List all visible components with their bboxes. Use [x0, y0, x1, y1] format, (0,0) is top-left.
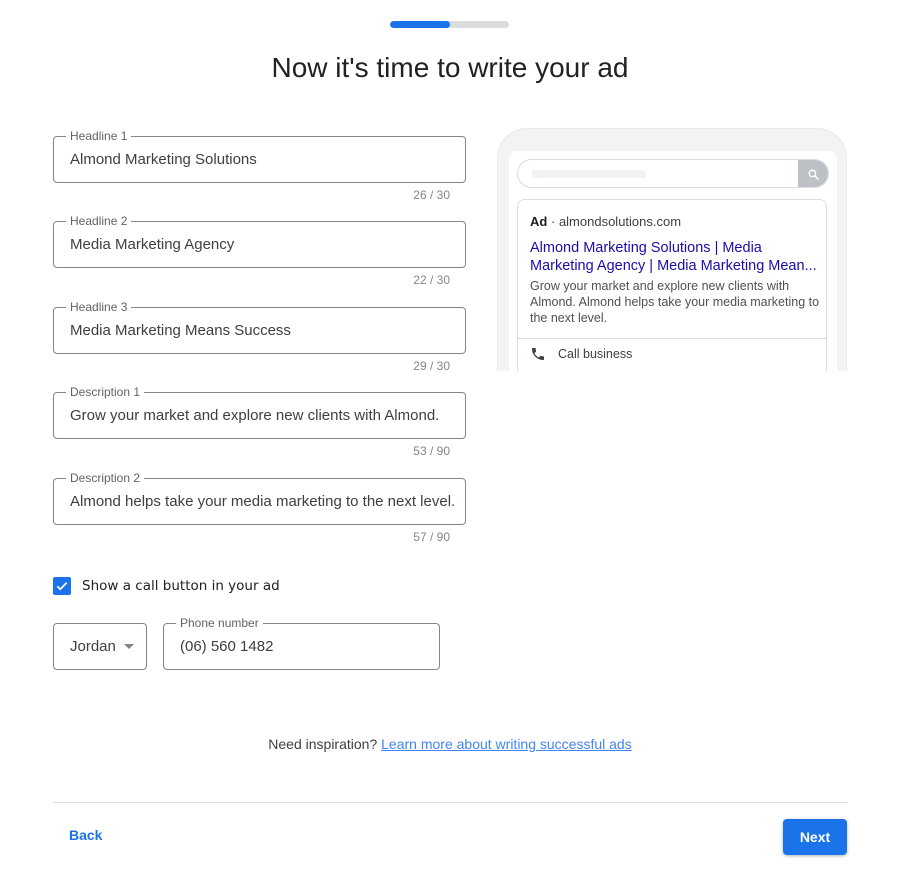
country-value: Jordan [70, 638, 116, 655]
ad-badge: Ad [530, 214, 548, 229]
progress-fill [390, 21, 450, 28]
headline-2-field[interactable]: Headline 2 Media Marketing Agency [53, 213, 466, 268]
headline-2-counter: 22 / 30 [413, 273, 450, 287]
ad-preview-screen: Ad · almondsolutions.com Almond Marketin… [509, 151, 837, 371]
headline-3-counter: 29 / 30 [413, 359, 450, 373]
headline-1-label: Headline 1 [66, 128, 132, 144]
phone-number-value[interactable]: (06) 560 1482 [180, 638, 273, 656]
search-placeholder [532, 170, 646, 178]
headline-2-label: Headline 2 [66, 213, 132, 229]
headline-3-label: Headline 3 [66, 299, 132, 315]
progress-bar [390, 21, 509, 28]
description-2-value[interactable]: Almond helps take your media marketing t… [70, 493, 455, 511]
back-button[interactable]: Back [69, 827, 102, 843]
page-title: Now it's time to write your ad [271, 52, 629, 83]
headline-3-field[interactable]: Headline 3 Media Marketing Means Success [53, 299, 466, 354]
ad-title: Almond Marketing Solutions | Media Marke… [530, 240, 817, 274]
description-2-field[interactable]: Description 2 Almond helps take your med… [53, 470, 466, 525]
phone-number-field[interactable]: Phone number (06) 560 1482 [163, 615, 440, 670]
call-button-checkbox[interactable] [53, 577, 71, 595]
call-business-label: Call business [558, 347, 633, 361]
description-1-field[interactable]: Description 1 Grow your market and explo… [53, 384, 466, 439]
description-1-value[interactable]: Grow your market and explore new clients… [70, 407, 439, 425]
inspiration-row: Need inspiration? Learn more about writi… [0, 736, 900, 752]
learn-more-link[interactable]: Learn more about writing successful ads [381, 736, 632, 752]
ad-call-row: Call business [530, 346, 632, 362]
call-button-toggle[interactable]: Show a call button in your ad [53, 577, 280, 595]
inspiration-text: Need inspiration? [268, 736, 378, 752]
ad-preview-phone: Ad · almondsolutions.com Almond Marketin… [497, 128, 847, 371]
preview-search-bar [517, 159, 829, 188]
phone-icon [532, 348, 544, 360]
ad-divider [518, 338, 826, 339]
ad-preview-card: Ad · almondsolutions.com Almond Marketin… [517, 199, 827, 371]
description-1-label: Description 1 [66, 384, 145, 400]
phone-number-label: Phone number [176, 615, 263, 631]
call-button-label: Show a call button in your ad [82, 578, 280, 594]
description-1-counter: 53 / 90 [413, 444, 450, 458]
headline-1-value[interactable]: Almond Marketing Solutions [70, 151, 257, 169]
headline-1-counter: 26 / 30 [413, 188, 450, 202]
description-2-counter: 57 / 90 [413, 530, 450, 544]
next-button[interactable]: Next [783, 819, 847, 855]
country-select[interactable]: Jordan [53, 623, 147, 670]
headline-2-value[interactable]: Media Marketing Agency [70, 236, 234, 254]
search-icon [798, 160, 828, 187]
ad-domain: almondsolutions.com [558, 214, 682, 229]
footer-divider [53, 802, 847, 803]
headline-3-value[interactable]: Media Marketing Means Success [70, 322, 291, 340]
check-icon [56, 582, 68, 591]
ad-meta: Ad · almondsolutions.com [530, 214, 681, 229]
headline-1-field[interactable]: Headline 1 Almond Marketing Solutions [53, 128, 466, 183]
description-2-label: Description 2 [66, 470, 145, 486]
ad-description: Grow your market and explore new clients… [530, 279, 820, 325]
ad-separator: · [550, 214, 556, 229]
chevron-down-icon [123, 644, 134, 649]
